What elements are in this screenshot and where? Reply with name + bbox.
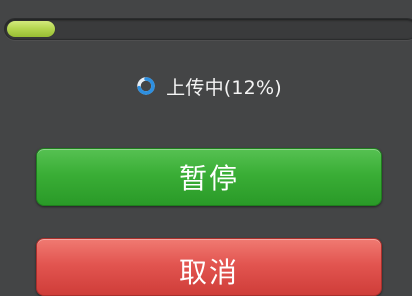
upload-progress-bar (4, 18, 412, 40)
pause-button[interactable]: 暂停 (36, 148, 382, 206)
upload-progress-fill (7, 21, 55, 37)
upload-status: 上传中(12%) (0, 72, 412, 100)
upload-status-text: 上传中(12%) (166, 76, 282, 99)
cancel-button[interactable]: 取消 (36, 238, 382, 296)
loading-spinner-icon (136, 76, 156, 96)
